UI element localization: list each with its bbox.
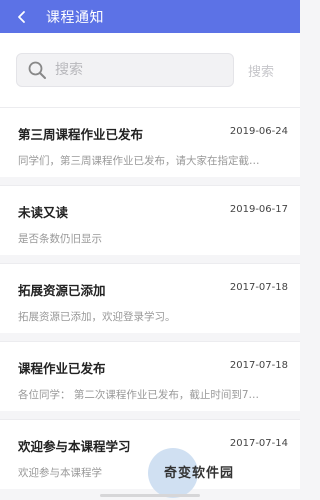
search-button[interactable]: 搜索 (248, 61, 274, 80)
notification-title: 课程作业已发布 (18, 361, 106, 376)
notification-preview: 拓展资源已添加，欢迎登录学习。 (18, 311, 176, 323)
back-button[interactable] (8, 0, 36, 33)
chevron-left-icon (18, 10, 25, 23)
notification-title: 第三周课程作业已发布 (18, 127, 144, 142)
header-bar: 课程通知 (0, 0, 300, 33)
search-area: 搜索 (0, 33, 300, 107)
notification-preview: 同学们，第三周课程作业已发布，请大家在指定截… (18, 155, 260, 167)
notification-item[interactable]: 欢迎参与本课程学习 2017-07-14 欢迎参与本课程学 (0, 419, 300, 489)
notification-list: 第三周课程作业已发布 2019-06-24 同学们，第三周课程作业已发布，请大家… (0, 107, 300, 489)
notification-date: 2017-07-18 (229, 282, 288, 293)
notification-item[interactable]: 拓展资源已添加 2017-07-18 拓展资源已添加，欢迎登录学习。 (0, 263, 300, 333)
page-title: 课程通知 (46, 9, 104, 26)
notification-item[interactable]: 课程作业已发布 2017-07-18 各位同学： 第二次课程作业已发布，截止时间… (0, 341, 300, 411)
notification-title: 欢迎参与本课程学习 (18, 439, 131, 454)
search-box[interactable] (16, 53, 234, 87)
search-icon (28, 61, 46, 79)
notification-title: 未读又读 (18, 205, 69, 220)
notification-preview: 是否条数仍旧显示 (18, 233, 102, 245)
notification-title: 拓展资源已添加 (18, 283, 106, 298)
notification-preview: 欢迎参与本课程学 (18, 467, 102, 479)
notification-preview: 各位同学： 第二次课程作业已发布，截止时间到7… (18, 389, 260, 401)
notification-date: 2017-07-14 (229, 438, 288, 449)
search-input[interactable] (53, 61, 233, 79)
notification-item[interactable]: 第三周课程作业已发布 2019-06-24 同学们，第三周课程作业已发布，请大家… (0, 107, 300, 177)
notification-item[interactable]: 未读又读 2019-06-17 是否条数仍旧显示 (0, 185, 300, 255)
notification-date: 2019-06-24 (229, 126, 288, 137)
notification-date: 2019-06-17 (229, 204, 288, 215)
home-indicator (100, 494, 200, 497)
notification-date: 2017-07-18 (229, 360, 288, 371)
